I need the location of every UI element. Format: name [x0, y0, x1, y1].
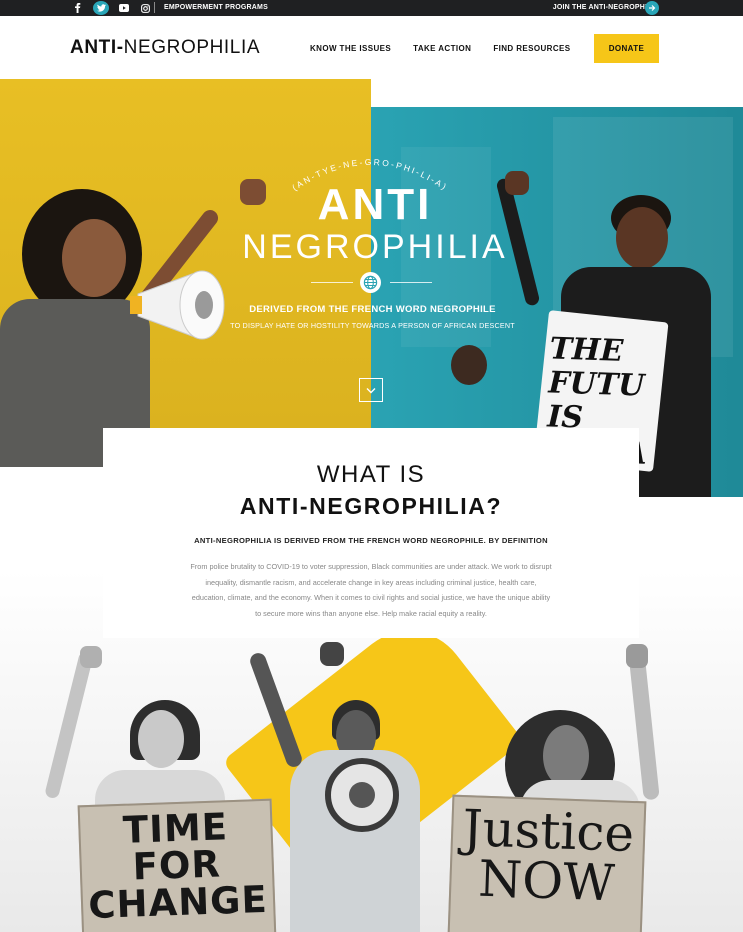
page: EMPOWERMENT PROGRAMS JOIN THE ANTI-NEGRO…: [0, 0, 743, 932]
hero-image-left: [0, 79, 371, 467]
hero-derived-text: DERIVED FROM THE FRENCH WORD NEGROPHILE: [249, 304, 496, 315]
hero-title-line2: NEGROPHILIA: [242, 228, 508, 266]
instagram-icon[interactable]: [139, 2, 151, 14]
intro-card: WHAT IS ANTI-NEGROPHILIA? ANTI-NEGROPHIL…: [103, 428, 639, 638]
chevron-down-icon: [366, 387, 376, 393]
placard-right: Justice NOW: [447, 794, 647, 932]
placard-left-text: TIME FOR CHANGE: [87, 805, 269, 928]
logo-bold: ANTI-: [70, 37, 124, 58]
intro-paragraph: From police brutality to COVID-19 to vot…: [190, 562, 552, 618]
placard-left: TIME FOR CHANGE: [77, 798, 277, 932]
globe-icon: [360, 272, 381, 293]
join-link[interactable]: JOIN THE ANTI-NEGROPHILIA: [553, 0, 659, 16]
protester-left-face: [62, 219, 126, 297]
utility-divider: [154, 2, 155, 13]
placard-right-text: Justice NOW: [461, 799, 636, 913]
facebook-icon[interactable]: [72, 2, 84, 14]
nav-take-action[interactable]: TAKE ACTION: [413, 44, 471, 53]
intro-heading-line2: ANTI-NEGROPHILIA?: [239, 493, 503, 519]
hero-meaning-text: TO DISPLAY HATE OR HOSTILITY TOWARDS A P…: [230, 321, 515, 330]
nav-find-resources[interactable]: FIND RESOURCES: [493, 44, 570, 53]
arrow-right-icon[interactable]: [645, 1, 659, 15]
site-logo[interactable]: ANTI-NEGROPHILIA: [70, 37, 260, 59]
hero-rule-right: [390, 282, 432, 283]
logo-light: NEGROPHILIA: [123, 37, 261, 58]
background-child: [451, 345, 487, 385]
intro-definition: ANTI-NEGROPHILIA IS DERIVED FROM THE FRE…: [194, 536, 548, 545]
empowerment-programs-link[interactable]: EMPOWERMENT PROGRAMS: [164, 0, 268, 16]
hero-title: ANTI NEGROPHILIA: [240, 180, 510, 266]
intro-heading-line1: WHAT IS: [316, 461, 426, 488]
hero-title-line1: ANTI: [317, 180, 433, 229]
scroll-down-button[interactable]: [359, 378, 383, 402]
main-nav: KNOW THE ISSUES TAKE ACTION FIND RESOURC…: [310, 44, 570, 53]
site-header: ANTI-NEGROPHILIA KNOW THE ISSUES TAKE AC…: [0, 16, 743, 79]
donate-button[interactable]: DONATE: [594, 34, 659, 63]
protester-right-face: [616, 207, 668, 269]
social-links: [72, 0, 151, 16]
megaphone-icon: [325, 758, 399, 832]
twitter-icon[interactable]: [93, 1, 109, 15]
nav-know-the-issues[interactable]: KNOW THE ISSUES: [310, 44, 391, 53]
youtube-icon[interactable]: [118, 2, 130, 14]
utility-bar: EMPOWERMENT PROGRAMS JOIN THE ANTI-NEGRO…: [0, 0, 743, 16]
hero-rule-left: [311, 282, 353, 283]
